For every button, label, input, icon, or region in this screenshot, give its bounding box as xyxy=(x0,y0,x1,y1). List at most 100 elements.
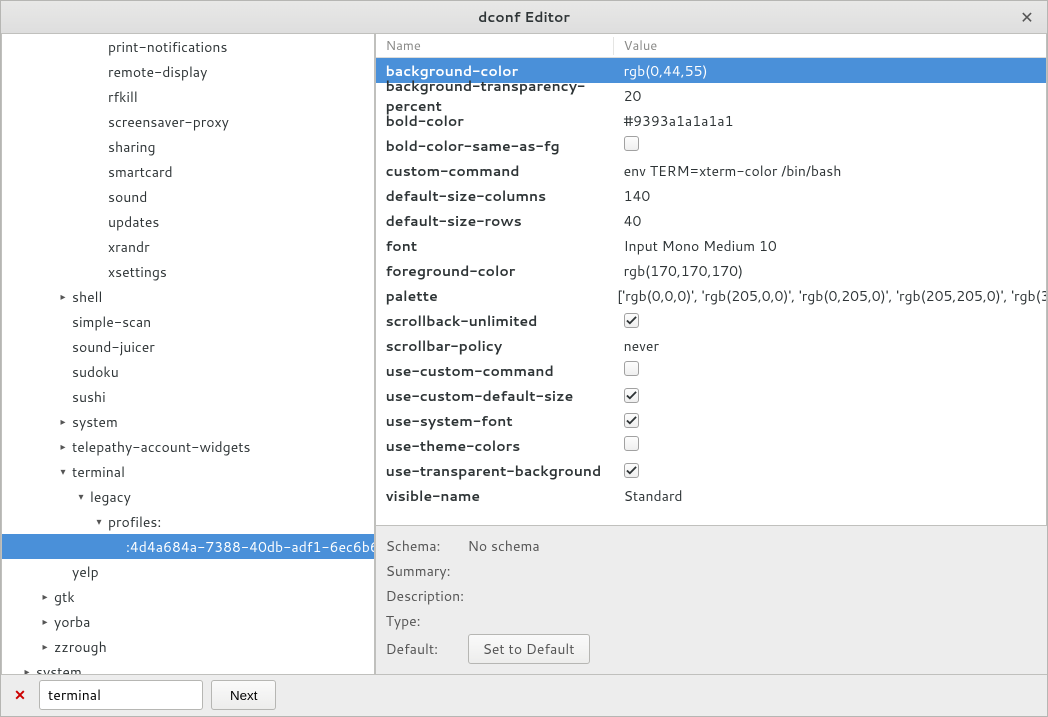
tree-label: sharing xyxy=(106,137,156,157)
tree-label: terminal xyxy=(70,462,125,482)
key-value xyxy=(614,311,639,331)
tree-label: legacy xyxy=(88,487,131,507)
tree-row[interactable]: remote-display xyxy=(2,59,374,84)
checkbox[interactable] xyxy=(624,463,639,478)
chevron-right-icon[interactable]: ▸ xyxy=(20,665,34,675)
tree-row[interactable]: ▾legacy xyxy=(2,484,374,509)
chevron-right-icon[interactable]: ▸ xyxy=(38,590,52,604)
tree-label: profiles: xyxy=(106,512,161,532)
tree-row[interactable]: sound xyxy=(2,184,374,209)
key-name: visible-name xyxy=(376,486,614,506)
chevron-right-icon[interactable]: ▸ xyxy=(38,615,52,629)
table-row[interactable]: background-transparency-percent20 xyxy=(376,83,1046,108)
tree-row[interactable]: sound-juicer xyxy=(2,334,374,359)
chevron-right-icon[interactable]: ▸ xyxy=(38,640,52,654)
key-value xyxy=(614,136,639,156)
tree-row[interactable]: simple-scan xyxy=(2,309,374,334)
key-name: use-custom-default-size xyxy=(376,386,614,406)
close-search-icon[interactable]: ✕ xyxy=(9,680,31,710)
chevron-right-icon[interactable]: ▸ xyxy=(56,440,70,454)
table-row[interactable]: foreground-colorrgb(170,170,170) xyxy=(376,258,1046,283)
tree-row[interactable]: ▸zzrough xyxy=(2,634,374,659)
tree-panel[interactable]: print-notificationsremote-displayrfkill s… xyxy=(1,34,375,674)
tree-row[interactable]: ▸system xyxy=(2,659,374,674)
tree-row[interactable]: print-notifications xyxy=(2,34,374,59)
search-input[interactable] xyxy=(39,680,203,710)
checkbox[interactable] xyxy=(624,136,639,151)
tree-label: shell xyxy=(70,287,102,307)
right-panel: Name Value background-colorrgb(0,44,55)b… xyxy=(375,34,1047,674)
table-row[interactable]: use-theme-colors xyxy=(376,433,1046,458)
tree-row[interactable]: updates xyxy=(2,209,374,234)
key-name: scrollback-unlimited xyxy=(376,311,614,331)
tree-row[interactable]: rfkill xyxy=(2,84,374,109)
tree-row[interactable]: ▸gtk xyxy=(2,584,374,609)
table-row[interactable]: use-system-font xyxy=(376,408,1046,433)
checkbox[interactable] xyxy=(624,361,639,376)
tree-row[interactable]: screensaver-proxy xyxy=(2,109,374,134)
tree-row[interactable]: ▸shell xyxy=(2,284,374,309)
table-rows[interactable]: background-colorrgb(0,44,55)background-t… xyxy=(376,58,1046,524)
table-row[interactable]: use-custom-default-size xyxy=(376,383,1046,408)
summary-label: Summary: xyxy=(386,561,468,581)
tree-label: telepathy-account-widgets xyxy=(70,437,251,457)
table-row[interactable]: default-size-columns140 xyxy=(376,183,1046,208)
table-row[interactable]: scrollback-unlimited xyxy=(376,308,1046,333)
tree-row[interactable]: ▾terminal xyxy=(2,459,374,484)
chevron-down-icon[interactable]: ▾ xyxy=(74,490,88,504)
chevron-down-icon[interactable]: ▾ xyxy=(92,515,106,529)
header-value[interactable]: Value xyxy=(614,37,658,55)
next-button[interactable]: Next xyxy=(211,680,276,710)
tree-row[interactable]: ▸system xyxy=(2,409,374,434)
tree-label: simple-scan xyxy=(70,312,151,332)
key-value: never xyxy=(614,336,659,356)
header-name[interactable]: Name xyxy=(376,37,614,55)
tree-row[interactable]: xsettings xyxy=(2,259,374,284)
key-value: env TERM=xterm-color /bin/bash xyxy=(614,161,842,181)
tree-row[interactable]: :4d4a684a-7388-40db-adf1-6ec6b6f9043d xyxy=(2,534,374,559)
key-name: scrollbar-policy xyxy=(376,336,614,356)
tree-label: xsettings xyxy=(106,262,167,282)
key-name: default-size-rows xyxy=(376,211,614,231)
table-row[interactable]: scrollbar-policynever xyxy=(376,333,1046,358)
chevron-right-icon[interactable]: ▸ xyxy=(56,290,70,304)
key-value: rgb(0,44,55) xyxy=(614,61,708,81)
checkbox[interactable] xyxy=(624,388,639,403)
tree-row[interactable]: smartcard xyxy=(2,159,374,184)
table-header: Name Value xyxy=(376,34,1046,58)
titlebar[interactable]: dconf Editor ✕ xyxy=(1,1,1047,34)
table-row[interactable]: fontInput Mono Medium 10 xyxy=(376,233,1046,258)
tree-label: xrandr xyxy=(106,237,150,257)
tree-label: system xyxy=(34,662,82,675)
tree-label: zzrough xyxy=(52,637,107,657)
tree-row[interactable]: ▸telepathy-account-widgets xyxy=(2,434,374,459)
key-name: font xyxy=(376,236,614,256)
app-window: dconf Editor ✕ print-notificationsremote… xyxy=(0,0,1048,717)
table-row[interactable]: custom-commandenv TERM=xterm-color /bin/… xyxy=(376,158,1046,183)
tree-row[interactable]: sudoku xyxy=(2,359,374,384)
tree-row[interactable]: yelp xyxy=(2,559,374,584)
tree-row[interactable]: xrandr xyxy=(2,234,374,259)
tree-row[interactable]: ▾profiles: xyxy=(2,509,374,534)
table-row[interactable]: visible-nameStandard xyxy=(376,483,1046,508)
table-row[interactable]: use-custom-command xyxy=(376,358,1046,383)
tree-label: sound xyxy=(106,187,147,207)
tree-label: screensaver-proxy xyxy=(106,112,229,132)
chevron-right-icon[interactable]: ▸ xyxy=(56,415,70,429)
tree-row[interactable]: sharing xyxy=(2,134,374,159)
key-name: background-transparency-percent xyxy=(376,76,614,116)
chevron-down-icon[interactable]: ▾ xyxy=(56,465,70,479)
table-row[interactable]: palette['rgb(0,0,0)', 'rgb(205,0,0)', 'r… xyxy=(376,283,1046,308)
tree-row[interactable]: ▸yorba xyxy=(2,609,374,634)
checkbox[interactable] xyxy=(624,436,639,451)
table-row[interactable]: use-transparent-background xyxy=(376,458,1046,483)
table-row[interactable]: bold-color-same-as-fg xyxy=(376,133,1046,158)
tree-row[interactable]: sushi xyxy=(2,384,374,409)
checkbox[interactable] xyxy=(624,313,639,328)
set-to-default-button[interactable]: Set to Default xyxy=(468,634,590,664)
close-icon[interactable]: ✕ xyxy=(1017,7,1037,27)
key-value: #9393a1a1a1a1 xyxy=(614,111,734,131)
table-row[interactable]: bold-color#9393a1a1a1a1 xyxy=(376,108,1046,133)
checkbox[interactable] xyxy=(624,413,639,428)
table-row[interactable]: default-size-rows40 xyxy=(376,208,1046,233)
